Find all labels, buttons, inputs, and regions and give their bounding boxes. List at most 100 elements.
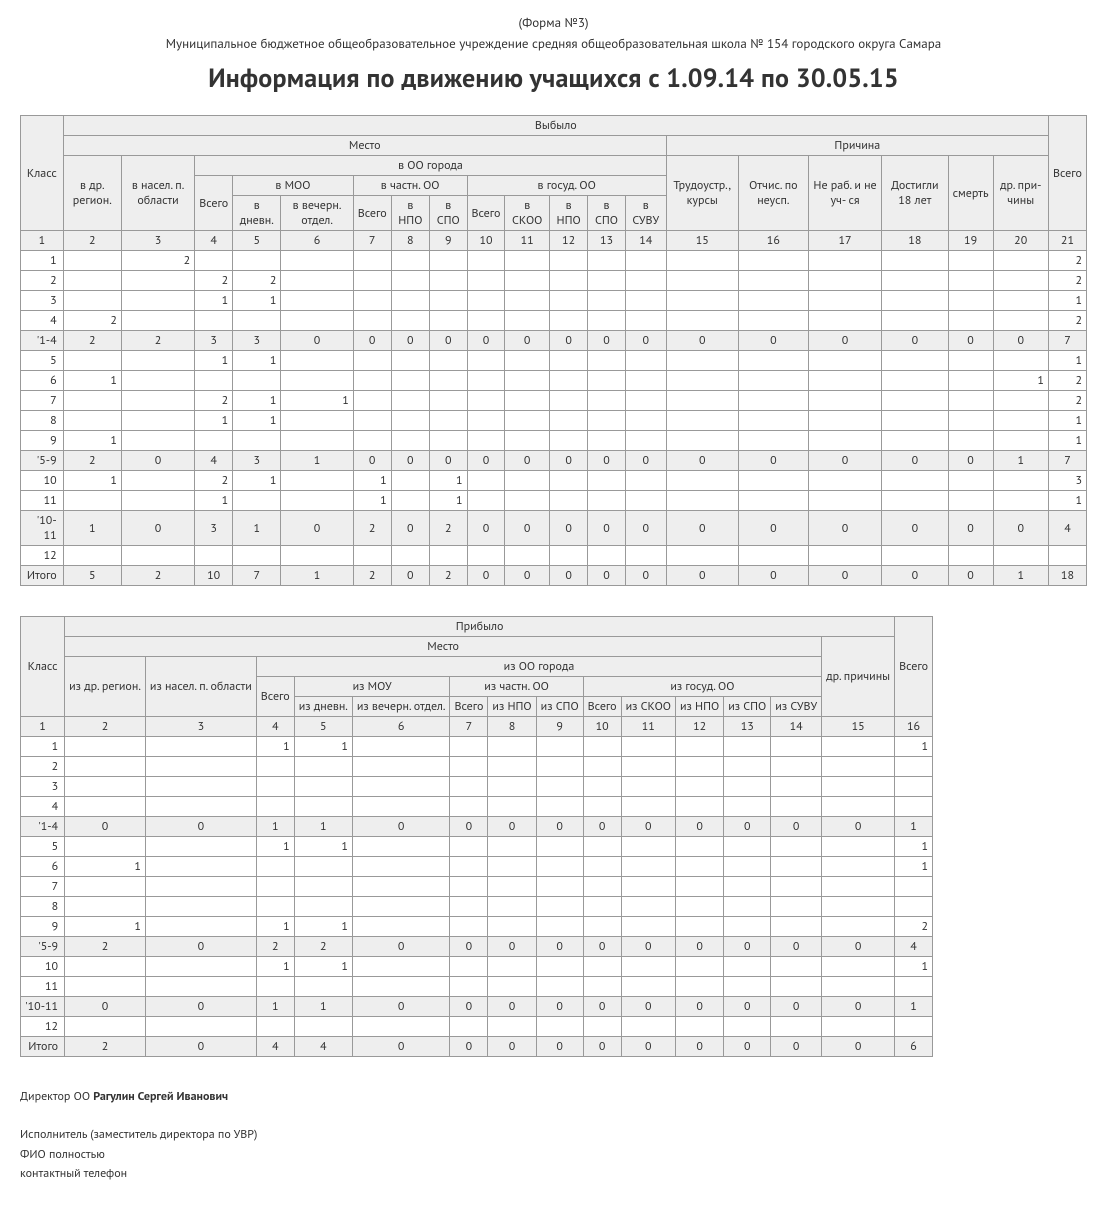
data-cell: 0 — [738, 331, 808, 351]
data-cell — [724, 897, 771, 917]
data-cell — [536, 737, 583, 757]
data-cell — [450, 757, 488, 777]
data-cell: 0 — [724, 817, 771, 837]
data-cell — [625, 411, 666, 431]
data-cell — [467, 491, 505, 511]
data-cell — [536, 977, 583, 997]
data-cell — [583, 897, 621, 917]
table-row: Итого204400000000006 — [21, 1037, 933, 1057]
data-cell: 0 — [549, 331, 587, 351]
data-cell — [63, 411, 121, 431]
data-cell: 0 — [676, 937, 724, 957]
data-cell: 1 — [281, 451, 353, 471]
col-num: 14 — [625, 231, 666, 251]
data-cell — [895, 797, 933, 817]
data-cell — [621, 917, 675, 937]
col-num: 6 — [352, 717, 450, 737]
data-cell — [233, 546, 281, 566]
data-cell: 0 — [450, 817, 488, 837]
data-cell — [121, 291, 194, 311]
data-cell — [467, 311, 505, 331]
data-cell — [488, 957, 536, 977]
data-cell — [233, 311, 281, 331]
data-cell — [391, 251, 429, 271]
data-cell — [588, 411, 626, 431]
data-cell: 0 — [882, 451, 949, 471]
data-cell — [467, 546, 505, 566]
data-cell — [993, 491, 1048, 511]
table-row: 911 — [21, 431, 1087, 451]
data-cell: 0 — [625, 566, 666, 586]
col-num: 7 — [450, 717, 488, 737]
data-cell — [352, 777, 450, 797]
data-cell — [666, 546, 738, 566]
table-row: 5111 — [21, 351, 1087, 371]
data-cell — [536, 917, 583, 937]
data-cell — [771, 917, 822, 937]
h-moo: в МОО — [233, 176, 354, 196]
data-cell — [536, 1017, 583, 1037]
data-cell — [429, 251, 467, 271]
director-name: Рагулин Сергей Иванович — [93, 1089, 228, 1104]
h2-npo-ch: из НПО — [488, 697, 536, 717]
data-cell — [625, 351, 666, 371]
col-num: 16 — [738, 231, 808, 251]
table-row: '1-4001100000000001 — [21, 817, 933, 837]
executor-line: Исполнитель (заместитель директора по УВ… — [20, 1125, 1087, 1144]
data-cell — [65, 837, 146, 857]
data-cell — [808, 351, 881, 371]
h2-klass: Класс — [21, 617, 65, 717]
table-row: 4 — [21, 797, 933, 817]
table-row: 10111 — [21, 957, 933, 977]
h2-npo-g: из НПО — [676, 697, 724, 717]
data-cell — [738, 371, 808, 391]
data-cell — [536, 797, 583, 817]
data-cell — [450, 897, 488, 917]
data-cell — [145, 777, 256, 797]
data-cell: 7 — [233, 566, 281, 586]
data-cell — [429, 291, 467, 311]
data-cell — [549, 291, 587, 311]
data-cell: 0 — [391, 566, 429, 586]
data-cell: 2 — [353, 566, 391, 586]
data-cell — [505, 411, 549, 431]
table-row: '5-920431000000000000017 — [21, 451, 1087, 471]
data-cell — [536, 777, 583, 797]
data-cell: 0 — [121, 451, 194, 471]
data-cell — [488, 917, 536, 937]
data-cell: 0 — [536, 1037, 583, 1057]
data-cell — [882, 371, 949, 391]
data-cell — [993, 546, 1048, 566]
data-cell — [895, 897, 933, 917]
col-num: 1 — [21, 717, 65, 737]
data-cell — [294, 857, 352, 877]
data-cell — [625, 391, 666, 411]
data-cell: 0 — [65, 817, 146, 837]
data-cell — [993, 311, 1048, 331]
data-cell: 5 — [63, 566, 121, 586]
data-cell: 1 — [353, 491, 391, 511]
data-cell — [948, 351, 993, 371]
data-cell — [771, 857, 822, 877]
data-cell — [429, 391, 467, 411]
data-cell — [233, 431, 281, 451]
data-cell: 1 — [256, 997, 294, 1017]
data-cell — [676, 777, 724, 797]
data-cell — [145, 857, 256, 877]
data-cell — [429, 371, 467, 391]
data-cell: 0 — [467, 566, 505, 586]
data-cell: 2 — [1048, 391, 1086, 411]
col-num: 6 — [281, 231, 353, 251]
data-cell — [621, 757, 675, 777]
data-cell — [676, 737, 724, 757]
data-cell — [738, 411, 808, 431]
h2-vsego: Всего — [895, 617, 933, 717]
data-cell — [294, 897, 352, 917]
data-cell: 0 — [771, 1037, 822, 1057]
data-cell — [353, 371, 391, 391]
data-cell — [993, 411, 1048, 431]
data-cell: 2 — [294, 937, 352, 957]
h2-city: из ОО города — [256, 657, 821, 677]
data-cell — [429, 546, 467, 566]
data-cell: 1 — [294, 917, 352, 937]
